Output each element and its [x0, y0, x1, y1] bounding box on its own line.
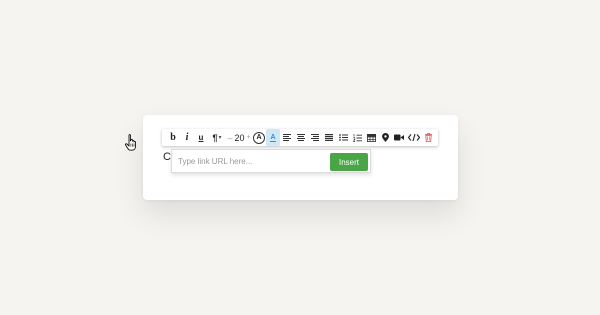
font-size-decrease[interactable]: – — [227, 133, 232, 143]
align-center-button[interactable] — [294, 129, 308, 146]
numbered-list-button[interactable] — [350, 129, 364, 146]
video-icon — [394, 134, 404, 141]
video-button[interactable] — [392, 129, 406, 146]
align-right-button[interactable] — [308, 129, 322, 146]
align-justify-icon — [325, 134, 333, 141]
insert-button[interactable]: Insert — [330, 153, 368, 171]
link-icon-label: A — [270, 134, 276, 142]
table-button[interactable] — [364, 129, 378, 146]
underline-button[interactable]: u — [194, 129, 208, 146]
table-icon — [366, 133, 376, 142]
editor-text[interactable]: C — [163, 151, 171, 163]
map-pin-button[interactable] — [378, 129, 392, 146]
align-right-icon — [311, 134, 319, 141]
code-icon — [407, 134, 420, 141]
paragraph-icon: ¶ — [212, 132, 218, 143]
bullet-list-button[interactable] — [336, 129, 350, 146]
bullet-list-icon — [338, 134, 348, 141]
font-size-stepper[interactable]: – 20 + — [226, 129, 252, 146]
link-icon: A — [270, 134, 276, 142]
editor-card: b i u ¶ ▾ – 20 + A A C Type link URL her… — [143, 115, 458, 200]
link-popup: Insert — [171, 149, 371, 173]
link-url-input[interactable] — [178, 156, 328, 166]
text-color-icon: A — [253, 131, 265, 144]
font-size-value: 20 — [234, 132, 245, 143]
delete-button[interactable] — [421, 129, 435, 146]
bold-button[interactable]: b — [166, 129, 180, 146]
text-color-button[interactable]: A — [252, 129, 266, 146]
italic-button[interactable]: i — [180, 129, 194, 146]
font-size-increase[interactable]: + — [246, 134, 250, 141]
underline-icon: u — [198, 133, 204, 142]
hand-pointer-icon — [125, 134, 136, 151]
map-pin-icon — [381, 133, 389, 142]
chevron-down-icon: ▾ — [218, 135, 222, 141]
link-button[interactable]: A — [266, 129, 280, 146]
paragraph-button[interactable]: ¶ ▾ — [208, 129, 226, 146]
formatting-toolbar: b i u ¶ ▾ – 20 + A A — [162, 129, 438, 146]
numbered-list-icon — [352, 133, 362, 142]
align-center-icon — [297, 134, 305, 141]
trash-icon — [424, 133, 432, 142]
align-left-button[interactable] — [280, 129, 294, 146]
align-justify-button[interactable] — [322, 129, 336, 146]
code-button[interactable] — [406, 129, 421, 146]
align-left-icon — [283, 134, 291, 141]
